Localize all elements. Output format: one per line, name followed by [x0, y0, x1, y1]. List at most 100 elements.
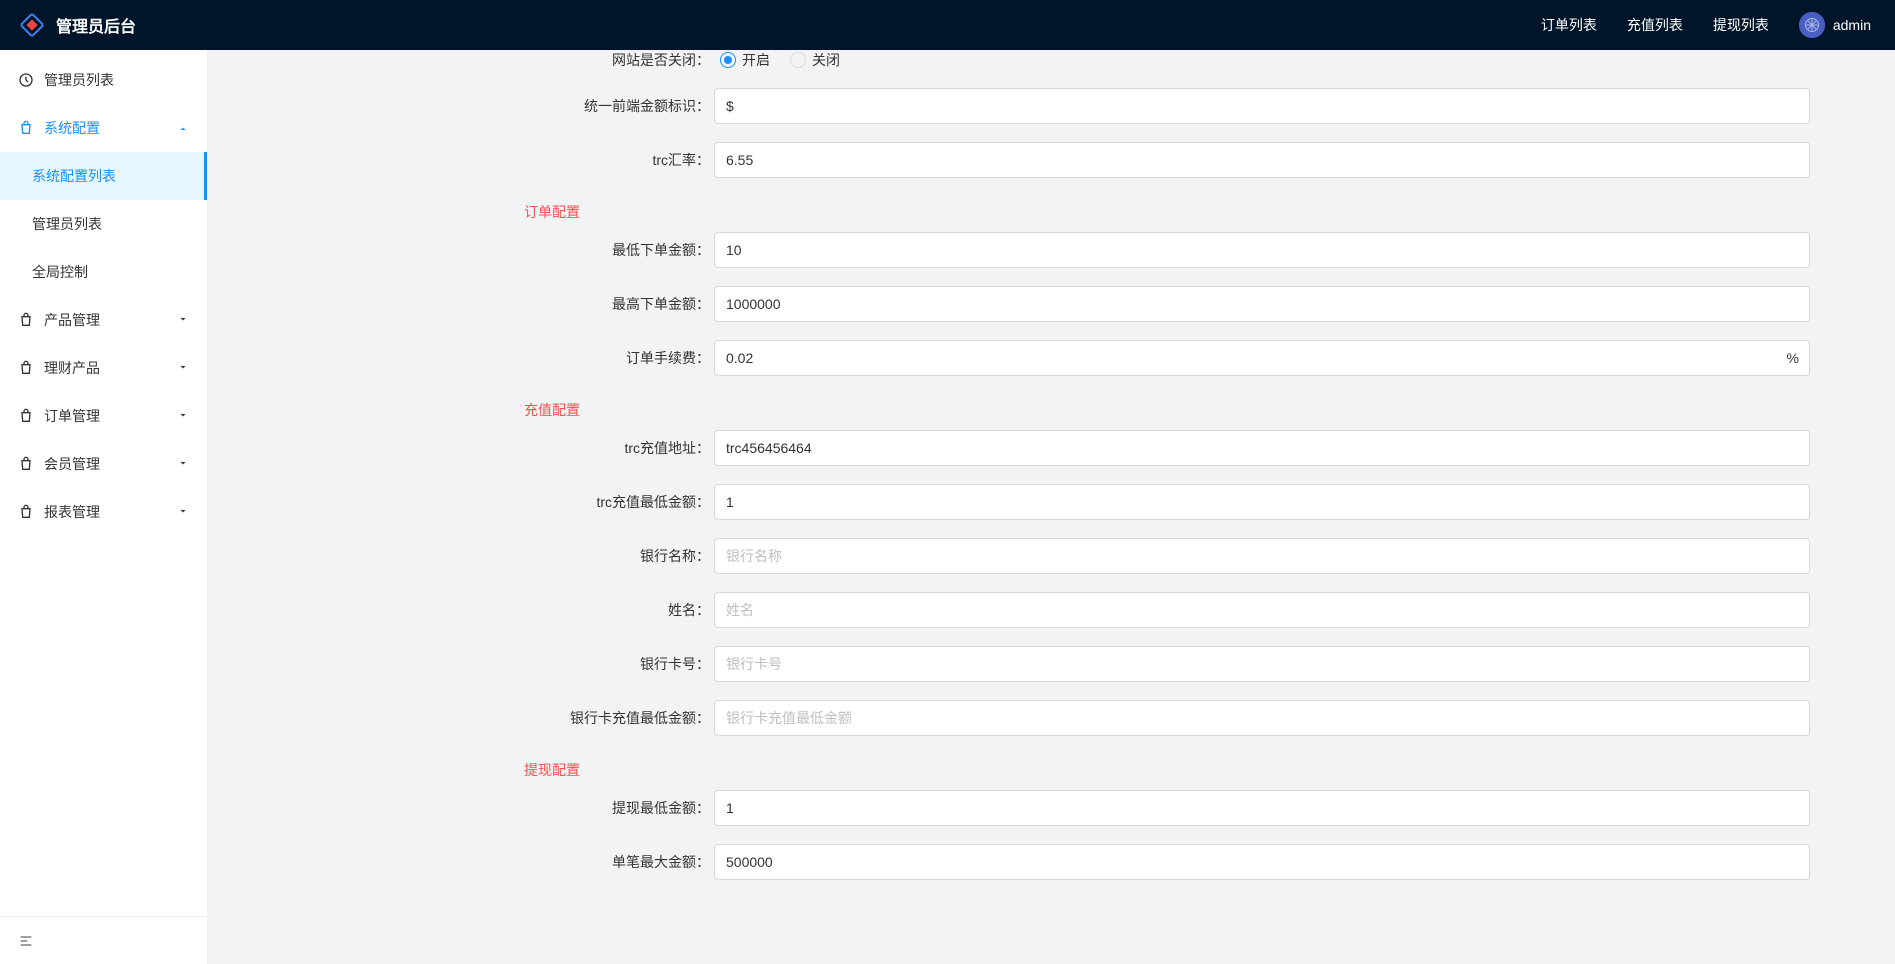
radio-close[interactable]: 关闭	[790, 50, 840, 70]
sidebar-submenu: 系统配置列表管理员列表全局控制	[0, 152, 207, 296]
row-order-max: 最高下单金额	[208, 286, 1895, 322]
sidebar-item[interactable]: 管理员列表	[0, 56, 207, 104]
chevron-down-icon	[177, 408, 189, 424]
row-currency: 统一前端金额标识	[208, 88, 1895, 124]
header-right: 订单列表 充值列表 提现列表 admin	[1541, 12, 1895, 38]
label-trc-addr: trc充值地址	[208, 438, 710, 458]
sidebar-item[interactable]: 会员管理	[0, 440, 207, 488]
input-currency[interactable]	[714, 88, 1810, 124]
bag-icon	[18, 456, 34, 472]
user-name: admin	[1833, 17, 1871, 33]
row-order-fee: 订单手续费 %	[208, 340, 1895, 376]
sidebar-item[interactable]: 理财产品	[0, 344, 207, 392]
header-left: 管理员后台	[0, 13, 136, 37]
chevron-down-icon	[177, 312, 189, 328]
label-order-fee: 订单手续费	[208, 348, 710, 368]
app-title: 管理员后台	[56, 13, 136, 37]
label-order-min: 最低下单金额	[208, 240, 710, 260]
main-content: 网站是否关闭 开启 关闭 统一前端金额标识 trc汇率 订单配置 最低下单金额 …	[208, 50, 1895, 928]
bag-icon	[18, 360, 34, 376]
input-withdraw-min[interactable]	[714, 790, 1810, 826]
suffix-percent: %	[1787, 350, 1799, 366]
row-trc-rate: trc汇率	[208, 142, 1895, 178]
row-bank-name: 银行名称	[208, 538, 1895, 574]
input-single-max[interactable]	[714, 844, 1810, 880]
collapse-icon	[18, 933, 34, 949]
sidebar-menu: 管理员列表系统配置系统配置列表管理员列表全局控制产品管理理财产品订单管理会员管理…	[0, 50, 207, 916]
label-single-max: 单笔最大金额	[208, 852, 710, 872]
section-withdraw: 提现配置	[208, 754, 1895, 790]
app-logo	[20, 13, 44, 37]
label-withdraw-min: 提现最低金额	[208, 798, 710, 818]
input-bank-name[interactable]	[714, 538, 1810, 574]
input-card[interactable]	[714, 646, 1810, 682]
bag-icon	[18, 504, 34, 520]
nav-orders[interactable]: 订单列表	[1541, 15, 1597, 35]
config-form: 网站是否关闭 开启 关闭 统一前端金额标识 trc汇率 订单配置 最低下单金额 …	[208, 50, 1895, 880]
chevron-down-icon	[177, 360, 189, 376]
label-trc-rate: trc汇率	[208, 150, 710, 170]
section-order: 订单配置	[208, 196, 1895, 232]
sidebar-item-label: 管理员列表	[44, 70, 114, 90]
radio-dot-icon	[720, 52, 736, 68]
row-trc-min: trc充值最低金额	[208, 484, 1895, 520]
radio-dot-icon	[790, 52, 806, 68]
label-bank-name: 银行名称	[208, 546, 710, 566]
sidebar-subitem[interactable]: 系统配置列表	[0, 152, 207, 200]
bag-icon	[18, 408, 34, 424]
sidebar-subitem[interactable]: 管理员列表	[0, 200, 207, 248]
sidebar-collapse[interactable]	[0, 916, 207, 964]
label-trc-min: trc充值最低金额	[208, 492, 710, 512]
label-site-closed: 网站是否关闭	[208, 50, 710, 70]
chevron-down-icon	[177, 504, 189, 520]
label-card: 银行卡号	[208, 654, 710, 674]
sidebar-item[interactable]: 系统配置	[0, 104, 207, 152]
chevron-down-icon	[177, 120, 189, 136]
label-currency: 统一前端金额标识	[208, 96, 710, 116]
sidebar-item-label: 系统配置	[44, 118, 100, 138]
input-trc-addr[interactable]	[714, 430, 1810, 466]
sidebar-item-label: 订单管理	[44, 406, 100, 426]
radio-open[interactable]: 开启	[720, 50, 770, 70]
radio-open-label: 开启	[742, 50, 770, 70]
sidebar-subitem[interactable]: 全局控制	[0, 248, 207, 296]
sidebar-item[interactable]: 报表管理	[0, 488, 207, 536]
sidebar-item-label: 理财产品	[44, 358, 100, 378]
input-order-min[interactable]	[714, 232, 1810, 268]
chevron-down-icon	[177, 456, 189, 472]
label-name: 姓名	[208, 600, 710, 620]
input-order-fee[interactable]	[714, 340, 1810, 376]
radio-group-site-closed: 开启 关闭	[710, 50, 1810, 70]
row-card-min: 银行卡充值最低金额	[208, 700, 1895, 736]
row-card: 银行卡号	[208, 646, 1895, 682]
sidebar-item-label: 报表管理	[44, 502, 100, 522]
sidebar-item[interactable]: 订单管理	[0, 392, 207, 440]
top-header: 管理员后台 订单列表 充值列表 提现列表 admin	[0, 0, 1895, 50]
input-card-min[interactable]	[714, 700, 1810, 736]
avatar-icon	[1799, 12, 1825, 38]
bag-icon	[18, 312, 34, 328]
input-name[interactable]	[714, 592, 1810, 628]
row-order-min: 最低下单金额	[208, 232, 1895, 268]
input-order-max[interactable]	[714, 286, 1810, 322]
sidebar-item-label: 会员管理	[44, 454, 100, 474]
row-site-closed: 网站是否关闭 开启 关闭	[208, 50, 1895, 70]
label-card-min: 银行卡充值最低金额	[208, 708, 710, 728]
input-trc-rate[interactable]	[714, 142, 1810, 178]
clock-icon	[18, 72, 34, 88]
radio-close-label: 关闭	[812, 50, 840, 70]
label-order-max: 最高下单金额	[208, 294, 710, 314]
row-withdraw-min: 提现最低金额	[208, 790, 1895, 826]
sidebar-item-label: 产品管理	[44, 310, 100, 330]
user-menu[interactable]: admin	[1799, 12, 1871, 38]
row-single-max: 单笔最大金额	[208, 844, 1895, 880]
bag-icon	[18, 120, 34, 136]
input-trc-min[interactable]	[714, 484, 1810, 520]
nav-recharge[interactable]: 充值列表	[1627, 15, 1683, 35]
nav-withdraw[interactable]: 提现列表	[1713, 15, 1769, 35]
row-trc-addr: trc充值地址	[208, 430, 1895, 466]
section-recharge: 充值配置	[208, 394, 1895, 430]
sidebar: 管理员列表系统配置系统配置列表管理员列表全局控制产品管理理财产品订单管理会员管理…	[0, 50, 208, 964]
row-name: 姓名	[208, 592, 1895, 628]
sidebar-item[interactable]: 产品管理	[0, 296, 207, 344]
